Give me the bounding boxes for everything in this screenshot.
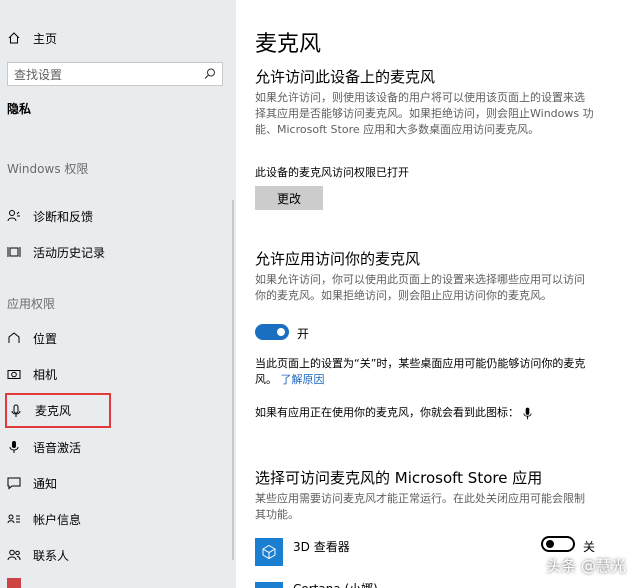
page-title: 麦克风 — [255, 32, 322, 57]
section-windows-permissions: Windows 权限 — [7, 162, 89, 176]
activity-history-icon — [7, 245, 21, 259]
camera-icon — [7, 367, 21, 381]
main-content: 麦克风 允许访问此设备上的麦克风 如果允许访问，则使用该设备的用户将可以使用该页… — [236, 0, 640, 588]
sidebar-item-account-info[interactable]: 帐户信息 — [0, 501, 236, 537]
section-heading-app-access: 允许应用访问你的麦克风 — [255, 250, 421, 268]
microphone-icon — [523, 407, 532, 420]
sidebar-item-label: 通知 — [33, 476, 58, 491]
sidebar-item-label: 语音激活 — [33, 440, 82, 455]
sidebar-item-notifications[interactable]: 通知 — [0, 465, 236, 501]
3d-viewer-toggle[interactable] — [541, 536, 575, 552]
toggle-state-label: 关 — [583, 540, 596, 554]
account-info-icon — [7, 512, 21, 526]
sidebar-item-diagnostics[interactable]: 诊断和反馈 — [0, 198, 236, 234]
sidebar-item-label: 相机 — [33, 367, 58, 382]
voice-activation-icon — [7, 440, 21, 454]
change-button[interactable]: 更改 — [255, 186, 323, 210]
device-access-status: 此设备的麦克风访问权限已打开 — [255, 166, 409, 179]
home-icon — [7, 31, 21, 45]
sidebar-item-label: 帐户信息 — [33, 512, 82, 527]
sidebar-item-label: 诊断和反馈 — [33, 209, 94, 224]
section-app-permissions: 应用权限 — [7, 297, 56, 311]
microphone-icon — [9, 404, 23, 418]
search-icon[interactable] — [203, 67, 217, 81]
search-input[interactable]: 查找设置 — [7, 62, 223, 86]
partial-next-item-icon — [7, 578, 21, 588]
sidebar-item-label: 活动历史记录 — [33, 245, 106, 260]
feedback-icon — [7, 209, 21, 223]
toggle-knob — [546, 540, 554, 548]
section-description: 某些应用需要访问麦克风才能正常运行。在此处关闭应用可能会限制其功能。 — [255, 492, 585, 521]
section-heading-device-access: 允许访问此设备上的麦克风 — [255, 68, 436, 86]
section-heading-store-apps: 选择可访问麦克风的 Microsoft Store 应用 — [255, 469, 543, 487]
sidebar: 主页 查找设置 隐私 Windows 权限 诊断和反馈 活动历史记录 应用权限 … — [0, 0, 236, 588]
sidebar-scrollbar[interactable] — [232, 200, 234, 560]
sidebar-item-voice-activation[interactable]: 语音激活 — [0, 429, 236, 465]
indicator-note: 如果有应用正在使用你的麦克风，你就会看到此图标： — [255, 405, 600, 421]
notifications-icon — [7, 476, 21, 490]
app-name: 3D 查看器 — [293, 540, 350, 554]
sidebar-item-label: 位置 — [33, 331, 58, 346]
section-description: 如果允许访问，则使用该设备的用户将可以使用该页面上的设置来选择其应用是否能够访问… — [255, 91, 594, 136]
sidebar-item-camera[interactable]: 相机 — [0, 356, 236, 392]
sidebar-item-home[interactable]: 主页 — [0, 20, 236, 56]
search-placeholder: 查找设置 — [14, 67, 63, 82]
watermark: 头条 @慧光 — [546, 557, 626, 575]
desktop-apps-note: 当此页面上的设置为“关”时，某些桌面应用可能仍能够访问你的麦克风。 了解原因 — [255, 356, 600, 388]
cortana-app-icon — [255, 582, 283, 588]
sidebar-item-microphone[interactable]: 麦克风 — [5, 393, 111, 428]
toggle-state-label: 开 — [297, 327, 310, 341]
privacy-title: 隐私 — [7, 102, 32, 116]
indicator-text: 如果有应用正在使用你的麦克风，你就会看到此图标： — [255, 406, 519, 419]
location-icon — [7, 331, 21, 345]
3d-viewer-app-icon — [255, 538, 283, 566]
toggle-knob — [277, 328, 285, 336]
sidebar-item-location[interactable]: 位置 — [0, 320, 236, 356]
contacts-icon — [7, 548, 21, 562]
app-name: Cortana (小娜) — [293, 580, 378, 588]
app-access-toggle[interactable] — [255, 324, 289, 340]
sidebar-item-activity-history[interactable]: 活动历史记录 — [0, 234, 236, 270]
sidebar-item-label: 联系人 — [33, 548, 70, 563]
sidebar-item-contacts[interactable]: 联系人 — [0, 537, 236, 573]
sidebar-item-label: 麦克风 — [35, 404, 72, 418]
sidebar-item-label: 主页 — [33, 31, 58, 46]
learn-why-link[interactable]: 了解原因 — [281, 373, 325, 386]
section-description: 如果允许访问，你可以使用此页面上的设置来选择哪些应用可以访问你的麦克风。如果拒绝… — [255, 273, 585, 302]
